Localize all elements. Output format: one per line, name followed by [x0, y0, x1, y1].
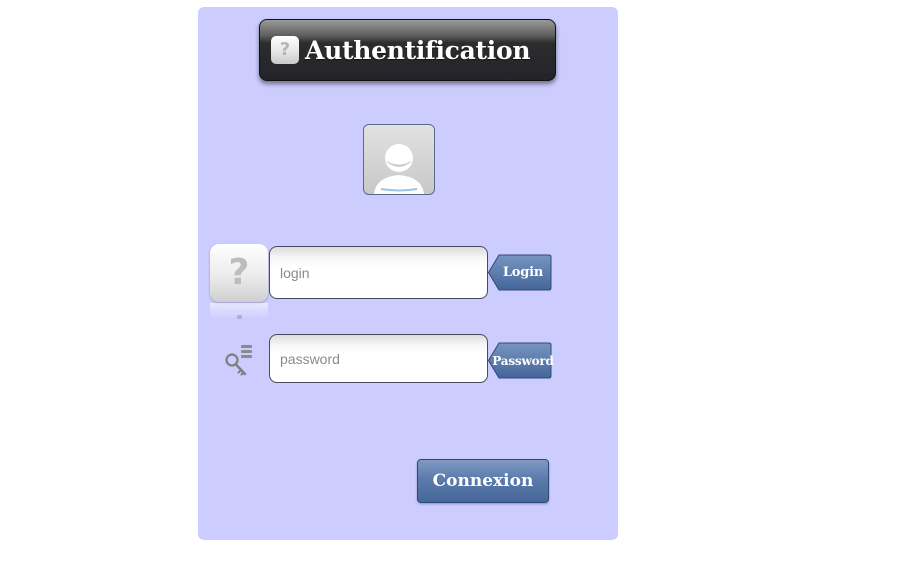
question-icon-reflection-dot — [237, 315, 242, 319]
connexion-button[interactable]: Connexion — [417, 459, 549, 503]
question-icon: ? — [271, 36, 299, 64]
login-label-tag: Login — [488, 254, 552, 291]
page-title: Authentification — [305, 36, 531, 65]
title-bar: ? Authentification — [259, 19, 556, 81]
user-avatar-icon — [363, 124, 435, 195]
password-label: Password — [492, 353, 554, 368]
question-icon: ? — [210, 244, 268, 302]
login-panel: ? Authentification ? Login — [198, 7, 618, 540]
key-icon — [224, 343, 256, 377]
password-input[interactable] — [269, 334, 488, 383]
password-label-tag: Password — [488, 342, 554, 379]
login-input[interactable] — [269, 246, 488, 299]
login-label: Login — [502, 265, 544, 280]
